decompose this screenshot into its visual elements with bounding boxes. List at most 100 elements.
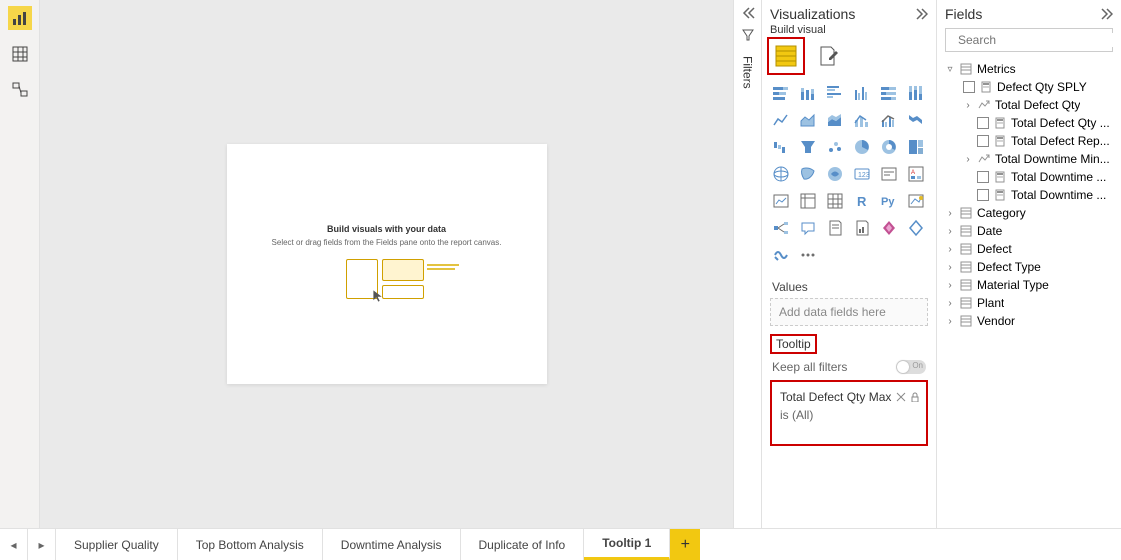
waterfall-icon[interactable] [770, 136, 792, 158]
card-icon[interactable] [878, 163, 900, 185]
field-item[interactable]: Total Downtime ... [945, 168, 1113, 186]
field-item[interactable]: Total Defect Rep... [945, 132, 1113, 150]
azure-map-icon[interactable] [824, 163, 846, 185]
narrative-icon[interactable] [824, 217, 846, 239]
add-page-button[interactable]: + [670, 529, 700, 560]
data-view-icon[interactable] [8, 42, 32, 66]
fields-search[interactable] [945, 28, 1113, 52]
table-item[interactable]: ›Date [945, 222, 1113, 240]
more-visuals-icon[interactable] [797, 244, 819, 266]
filters-pane-collapsed[interactable]: Filters [733, 0, 761, 528]
checkbox[interactable] [977, 135, 989, 147]
table-label: Date [977, 224, 1002, 238]
gauge-icon[interactable]: 123 [851, 163, 873, 185]
table-metrics[interactable]: ▿ Metrics [945, 60, 1113, 78]
page-tab[interactable]: Downtime Analysis [323, 529, 461, 560]
report-canvas-area[interactable]: Build visuals with your data Select or d… [40, 0, 733, 528]
map-icon[interactable] [770, 163, 792, 185]
tooltip-filter-card[interactable]: Total Defect Qty Max is (All) [770, 380, 928, 446]
paginated-icon[interactable] [851, 217, 873, 239]
checkbox[interactable] [963, 81, 975, 93]
funnel-icon[interactable] [797, 136, 819, 158]
clustered-column-icon[interactable] [851, 82, 873, 104]
checkbox[interactable] [977, 117, 989, 129]
fields-pane: Fields ▿ Metrics Defect Qty SPLY›Total D… [936, 0, 1121, 528]
format-visual-button[interactable] [812, 40, 844, 72]
checkbox[interactable] [977, 171, 989, 183]
tab-next-icon[interactable]: ▸ [28, 529, 56, 560]
treemap-icon[interactable] [905, 136, 927, 158]
viz-type-grid: 123 A R Py [770, 82, 928, 266]
report-canvas[interactable]: Build visuals with your data Select or d… [227, 144, 547, 384]
r-visual-icon[interactable]: R [851, 190, 873, 212]
pie-icon[interactable] [851, 136, 873, 158]
collapse-right-icon[interactable] [914, 7, 928, 21]
line-clustered-column-icon[interactable] [878, 109, 900, 131]
viz-header: Visualizations [770, 6, 855, 22]
power-apps-icon[interactable] [878, 217, 900, 239]
donut-icon[interactable] [878, 136, 900, 158]
clustered-bar-icon[interactable] [824, 82, 846, 104]
model-view-icon[interactable] [8, 78, 32, 102]
key-influencers-icon[interactable] [905, 190, 927, 212]
table-label: Vendor [977, 314, 1015, 328]
tooltip-label: Tooltip [770, 334, 817, 354]
field-label: Total Downtime Min... [995, 152, 1110, 166]
table-icon[interactable] [824, 190, 846, 212]
ribbon-chart-icon[interactable] [905, 109, 927, 131]
hierarchy-icon [977, 152, 991, 166]
slicer-icon[interactable] [797, 190, 819, 212]
power-automate-icon[interactable] [905, 217, 927, 239]
expand-icon[interactable]: › [963, 154, 973, 165]
field-item[interactable]: Total Downtime ... [945, 186, 1113, 204]
multi-card-icon[interactable]: A [905, 163, 927, 185]
build-visual-button[interactable] [770, 40, 802, 72]
search-input[interactable] [958, 33, 1113, 47]
lock-icon[interactable] [910, 392, 920, 402]
table-item[interactable]: ›Category [945, 204, 1113, 222]
stacked-bar-icon[interactable] [770, 82, 792, 104]
line-stacked-column-icon[interactable] [851, 109, 873, 131]
values-well[interactable]: Add data fields here [770, 298, 928, 326]
field-item[interactable]: Total Defect Qty ... [945, 114, 1113, 132]
field-item[interactable]: ›Total Defect Qty [945, 96, 1113, 114]
qa-visual-icon[interactable] [797, 217, 819, 239]
tab-prev-icon[interactable]: ◂ [0, 529, 28, 560]
line-chart-icon[interactable] [770, 109, 792, 131]
canvas-title: Build visuals with your data [327, 224, 446, 234]
table-item[interactable]: ›Defect [945, 240, 1113, 258]
hundred-stacked-column-icon[interactable] [905, 82, 927, 104]
fields-tree: ▿ Metrics Defect Qty SPLY›Total Defect Q… [945, 60, 1113, 330]
py-visual-icon[interactable]: Py [878, 190, 900, 212]
field-item[interactable]: Defect Qty SPLY [945, 78, 1113, 96]
table-item[interactable]: ›Vendor [945, 312, 1113, 330]
stacked-column-icon[interactable] [797, 82, 819, 104]
stacked-area-icon[interactable] [824, 109, 846, 131]
page-tab[interactable]: Duplicate of Info [461, 529, 585, 560]
expand-icon[interactable]: › [963, 100, 973, 111]
hundred-stacked-bar-icon[interactable] [878, 82, 900, 104]
table-icon [959, 224, 973, 238]
table-item[interactable]: ›Material Type [945, 276, 1113, 294]
report-view-icon[interactable] [8, 6, 32, 30]
checkbox[interactable] [977, 189, 989, 201]
kpi-icon[interactable] [770, 190, 792, 212]
table-item[interactable]: ›Plant [945, 294, 1113, 312]
scatter-icon[interactable] [824, 136, 846, 158]
decomposition-tree-icon[interactable] [770, 217, 792, 239]
remove-icon[interactable] [896, 392, 906, 402]
table-label: Defect Type [977, 260, 1041, 274]
table-item[interactable]: ›Defect Type [945, 258, 1113, 276]
field-item[interactable]: › Total Downtime Min... [945, 150, 1113, 168]
page-tab[interactable]: Supplier Quality [56, 529, 178, 560]
page-tab[interactable]: Top Bottom Analysis [178, 529, 323, 560]
arcgis-icon[interactable] [770, 244, 792, 266]
area-chart-icon[interactable] [797, 109, 819, 131]
table-icon [959, 314, 973, 328]
collapse-right-icon[interactable] [1099, 7, 1113, 21]
filled-map-icon[interactable] [797, 163, 819, 185]
expand-left-icon[interactable] [741, 6, 755, 20]
keep-filters-toggle[interactable]: On [896, 360, 926, 374]
field-label: Total Defect Qty ... [1011, 116, 1110, 130]
page-tab[interactable]: Tooltip 1 [584, 529, 670, 560]
